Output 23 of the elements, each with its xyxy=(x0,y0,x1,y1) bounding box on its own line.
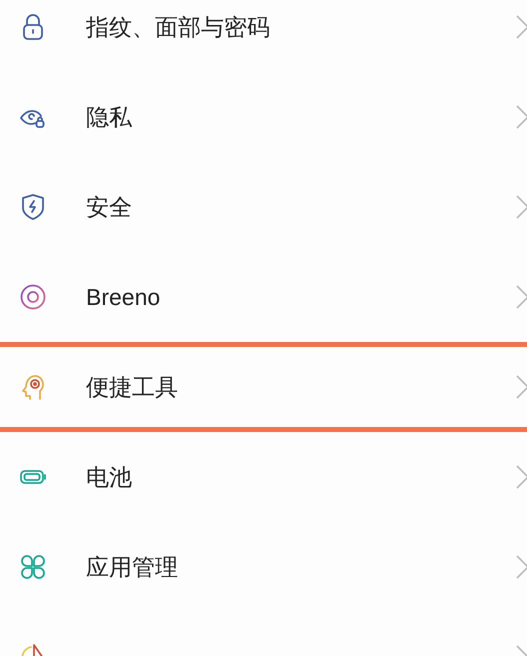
settings-row[interactable]: 应用管理 xyxy=(0,522,527,612)
chevron-right-icon xyxy=(515,104,527,130)
row-label: 隐私 xyxy=(86,104,132,130)
settings-row[interactable]: Breeno xyxy=(0,252,527,342)
settings-row[interactable]: 便捷工具 xyxy=(0,342,527,432)
settings-row[interactable]: 安全 xyxy=(0,162,527,252)
row-label: 安全 xyxy=(86,194,132,220)
settings-row[interactable]: 指纹、面部与密码 xyxy=(0,0,527,72)
settings-row[interactable]: 隐私 xyxy=(0,72,527,162)
row-label: 电池 xyxy=(86,464,132,490)
chevron-right-icon xyxy=(515,554,527,580)
row-label: Breeno xyxy=(86,284,160,310)
four-petal-icon xyxy=(18,552,48,582)
chevron-right-icon xyxy=(515,464,527,490)
row-label: 便捷工具 xyxy=(86,374,178,400)
target-ring-icon xyxy=(18,282,48,312)
chevron-right-icon xyxy=(515,14,527,40)
chevron-right-icon xyxy=(515,284,527,310)
settings-row[interactable]: 电池 xyxy=(0,432,527,522)
row-label: 指纹、面部与密码 xyxy=(86,14,270,40)
chevron-right-icon xyxy=(515,194,527,220)
chevron-right-icon xyxy=(515,374,527,400)
row-label: 应用管理 xyxy=(86,554,178,580)
